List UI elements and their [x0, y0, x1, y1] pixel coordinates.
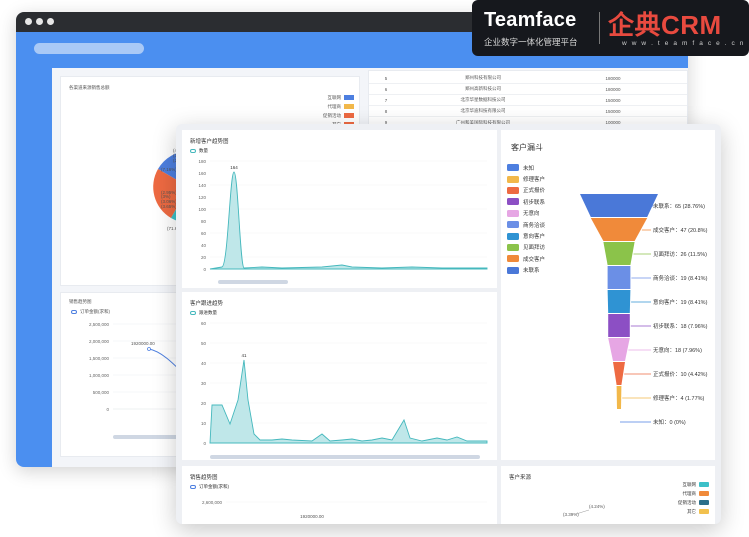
svg-text:180: 180 — [198, 159, 206, 164]
funnel-stage-label: 修理客户：4 (1.77%) — [653, 394, 705, 402]
funnel-stage-label: 无意向：18 (7.96%) — [653, 346, 702, 354]
address-bar[interactable] — [34, 43, 144, 54]
svg-text:120: 120 — [198, 195, 206, 200]
svg-text:140: 140 — [198, 183, 206, 188]
table-row[interactable]: 6 郑州高新科技公司 180000 — [369, 84, 687, 95]
y-tick: 2,600,000 — [202, 500, 223, 505]
funnel-stage-label: 未知：0 (0%) — [653, 418, 686, 426]
new-customer-chart: 180 160 140 120 100 80 60 40 20 0 164 — [198, 159, 488, 284]
svg-text:60: 60 — [201, 321, 207, 326]
svg-text:50: 50 — [201, 341, 207, 346]
pie-label: (7.16%) — [161, 167, 177, 172]
svg-text:80: 80 — [201, 219, 207, 224]
chart-scrollbar[interactable] — [218, 280, 288, 284]
brand-product: 企典CRM — [608, 10, 722, 40]
funnel-stage-label: 成交客户：47 (20.8%) — [653, 226, 708, 234]
customer-source-panel: 客户来源 互联网 代理商 促销活动 其它 (4.24%) (3.39%) — [501, 466, 715, 524]
svg-text:40: 40 — [201, 361, 207, 366]
funnel-segment[interactable] — [603, 242, 635, 265]
funnel-segment[interactable] — [590, 218, 648, 241]
svg-text:30: 30 — [201, 381, 207, 386]
brand-tagline: 企业数字一体化管理平台 — [484, 37, 578, 47]
svg-text:0: 0 — [203, 267, 206, 272]
y-tick: 1,000,000 — [89, 373, 110, 378]
brand-divider — [599, 12, 600, 44]
svg-text:0: 0 — [203, 441, 206, 446]
funnel-segment[interactable] — [616, 386, 622, 409]
window-dot-icon[interactable] — [36, 18, 43, 25]
table-row[interactable]: 7 北京华星数据科技公司 150000 — [369, 95, 687, 106]
customer-funnel-panel: 客户漏斗 未知 修理客户 正式报价 初步联系 无意向 商务洽谈 意向客户 见面拜… — [501, 130, 715, 460]
app-sidebar — [16, 68, 52, 467]
y-tick: 0 — [106, 407, 109, 412]
chart-scrollbar[interactable] — [210, 455, 480, 459]
table-row[interactable]: 5 郑州科技有限公司 180000 — [369, 73, 687, 84]
funnel-segment[interactable] — [613, 362, 625, 385]
sales-trend-panel: 销售趋势图 订单金额(求和) 2,600,000 1920000.00 — [182, 466, 497, 524]
sales-trend-chart: 2,600,000 1920000.00 — [202, 500, 487, 519]
funnel-stage-label: 未联系：65 (28.76%) — [653, 202, 705, 210]
source-pie-chart: (4.24%) (3.39%) — [563, 504, 605, 517]
funnel-segment[interactable] — [608, 314, 630, 337]
window-dot-icon[interactable] — [25, 18, 32, 25]
follow-trend-chart: 60 50 40 30 20 10 0 41 — [201, 321, 488, 459]
table-row[interactable]: 8 北京华迪科技有限公司 150000 — [369, 106, 687, 117]
svg-text:160: 160 — [198, 171, 206, 176]
funnel-stage-label: 商务洽谈：19 (8.41%) — [653, 274, 708, 282]
funnel-segment[interactable] — [608, 338, 630, 361]
funnel-stage-label: 见面拜访：26 (11.5%) — [653, 250, 707, 258]
point-label: 1920000.00 — [300, 514, 324, 519]
y-tick: 2,000,000 — [89, 339, 110, 344]
pie-label: (3.65%) — [161, 204, 177, 209]
peak-label: 164 — [230, 165, 238, 170]
funnel-stage-label: 正式报价：10 (4.42%) — [653, 370, 708, 378]
follow-trend-panel: 客户跟进趋势 跟进数量 60 50 40 30 20 10 0 41 — [182, 292, 497, 460]
y-tick: 500,000 — [93, 390, 110, 395]
y-axis: 180 160 140 120 100 80 60 40 20 0 — [198, 159, 206, 272]
brand-url: w w w . t e a m f a c e . c n — [622, 40, 745, 47]
svg-text:100: 100 — [198, 207, 206, 212]
brand-banner: Teamface 企业数字一体化管理平台 企典CRM w w w . t e a… — [472, 0, 749, 56]
y-tick: 1,500,000 — [89, 356, 110, 361]
y-tick: 2,500,000 — [89, 322, 110, 327]
funnel-stage-label: 意向客户：19 (8.41%) — [653, 298, 708, 306]
funnel-segment[interactable] — [607, 266, 631, 289]
peak-label: 41 — [241, 353, 247, 358]
svg-text:10: 10 — [201, 421, 207, 426]
svg-text:20: 20 — [201, 255, 207, 260]
svg-text:60: 60 — [201, 231, 207, 236]
brand-name: Teamface — [484, 9, 577, 31]
dashboard-window: 新增客户趋势图 数量 180 160 140 120 100 80 60 40 … — [176, 124, 721, 524]
point-label: 1920000.00 — [131, 341, 155, 346]
funnel-stage-label: 初步联系：18 (7.96%) — [653, 322, 708, 330]
funnel-segment[interactable] — [580, 194, 658, 217]
svg-text:40: 40 — [201, 243, 207, 248]
pie-label: (4.24%) — [589, 504, 605, 509]
svg-text:20: 20 — [201, 401, 207, 406]
new-customer-panel: 新增客户趋势图 数量 180 160 140 120 100 80 60 40 … — [182, 130, 497, 288]
funnel-segment[interactable] — [607, 290, 631, 313]
funnel-chart: 未联系：65 (28.76%) 成交客户：47 (20.8%) 见面拜访：26 (1… — [580, 194, 708, 426]
pie-label: (3.39%) — [563, 512, 579, 517]
window-dot-icon[interactable] — [47, 18, 54, 25]
